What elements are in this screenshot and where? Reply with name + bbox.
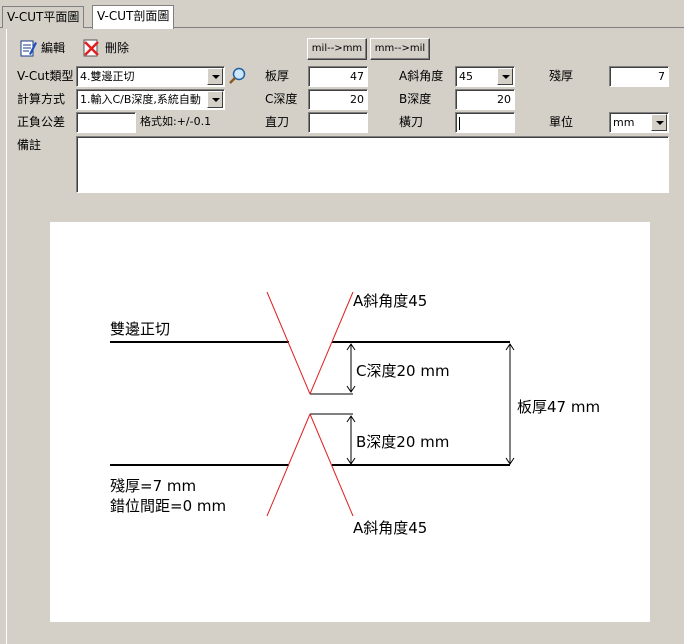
board-thickness-label: 板厚47 mm [517, 398, 600, 416]
c-depth-label: C深度 [265, 92, 298, 106]
board-thickness-input[interactable]: 47 [308, 66, 368, 87]
unit-label: 單位 [549, 115, 574, 129]
vcut-section-svg: 雙邊正切 A斜角度45 C深度20 mm B深度20 mm 板厚47 mm 殘厚… [110, 291, 600, 537]
vcut-type-label: V-Cut類型 [17, 69, 74, 83]
straight-blade-input[interactable] [308, 112, 368, 133]
text-caret [459, 116, 460, 130]
board-thickness-dimension [505, 343, 515, 465]
horizontal-blade-label: 橫刀 [399, 115, 424, 129]
chevron-down-icon[interactable] [651, 114, 667, 131]
delete-label: 刪除 [105, 41, 130, 55]
unit-select[interactable]: mm [609, 112, 669, 133]
edit-icon [20, 40, 37, 57]
residual-label: 殘厚=7 mm [110, 477, 196, 495]
delete-button[interactable]: 刪除 [81, 37, 129, 59]
calc-method-value: 1.輸入C/B深度,系統自動 [80, 93, 201, 106]
tolerance-label: 正負公差 [17, 115, 66, 129]
straight-blade-label: 直刀 [265, 115, 290, 129]
calc-method-select[interactable]: 1.輸入C/B深度,系統自動 [76, 89, 225, 110]
vcut-type-value: 4.雙邊正切 [80, 70, 135, 83]
edit-label: 編輯 [41, 41, 66, 55]
a-angle-label: A斜角度 [399, 69, 444, 83]
residual-input[interactable]: 7 [609, 66, 669, 87]
b-depth-dimension [346, 415, 356, 465]
calc-method-label: 計算方式 [17, 92, 66, 106]
b-depth-label: B深度 [399, 92, 432, 106]
horizontal-blade-input[interactable] [455, 112, 515, 133]
edit-button[interactable]: 編輯 [17, 37, 65, 59]
tab-bar: V-CUT平面圖 V-CUT剖面圖 [0, 0, 684, 29]
mm-to-mil-button[interactable]: mm-->mil [370, 38, 430, 60]
section-diagram: 雙邊正切 A斜角度45 C深度20 mm B深度20 mm 板厚47 mm 殘厚… [50, 222, 650, 622]
remarks-label: 備註 [17, 138, 42, 152]
c-depth-dimension [346, 343, 356, 393]
a-angle-bottom-label: A斜角度45 [353, 519, 427, 537]
board-thickness-label: 板厚 [265, 69, 290, 83]
v-cut-lines [266, 291, 354, 517]
c-depth-input[interactable]: 20 [308, 89, 368, 110]
offset-label: 錯位間距=0 mm [110, 497, 226, 515]
a-angle-select[interactable]: 45 [455, 66, 515, 87]
tab-vcut-plan[interactable]: V-CUT平面圖 [2, 6, 85, 28]
tab-vcut-section[interactable]: V-CUT剖面圖 [92, 5, 175, 29]
format-hint: 格式如:+/-0.1 [140, 115, 212, 128]
unit-value: mm [613, 116, 635, 129]
a-angle-value: 45 [459, 70, 473, 83]
cut-type-title: 雙邊正切 [110, 320, 170, 338]
search-icon[interactable] [227, 66, 247, 86]
vcut-type-select[interactable]: 4.雙邊正切 [76, 66, 225, 87]
chevron-down-icon[interactable] [207, 68, 223, 85]
delete-icon [83, 39, 99, 57]
remarks-textarea[interactable] [76, 136, 669, 193]
b-depth-label: B深度20 mm [356, 433, 449, 451]
chevron-down-icon[interactable] [497, 68, 513, 85]
tolerance-input[interactable] [76, 112, 136, 133]
chevron-down-icon[interactable] [207, 91, 223, 108]
mil-to-mm-button[interactable]: mil-->mm [307, 38, 367, 60]
c-depth-label: C深度20 mm [356, 362, 450, 380]
b-depth-input[interactable]: 20 [455, 89, 515, 110]
residual-label: 殘厚 [549, 69, 574, 83]
a-angle-top-label: A斜角度45 [353, 292, 427, 310]
